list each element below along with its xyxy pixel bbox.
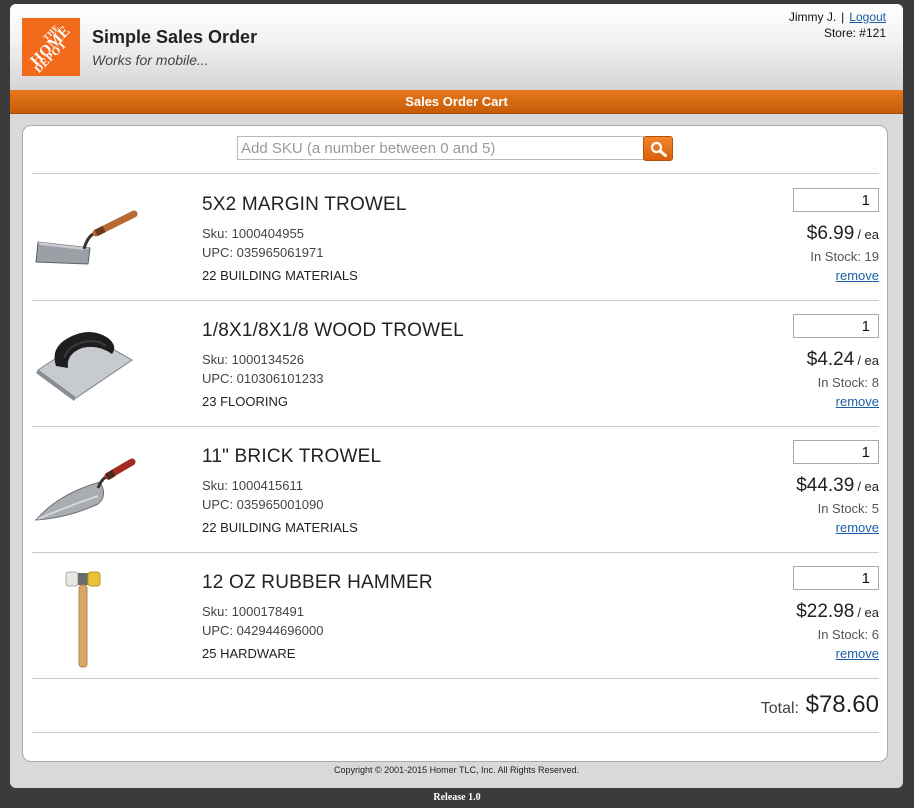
item-name: 5X2 MARGIN TROWEL <box>202 194 407 215</box>
item-unit: / ea <box>857 353 879 368</box>
cart-item: 12 OZ RUBBER HAMMER Sku: 1000178491 UPC:… <box>23 552 887 678</box>
user-name: Jimmy J. <box>788 10 837 24</box>
home-depot-logo: THE HOME DEPOT <box>22 18 80 76</box>
app-title: Simple Sales Order <box>92 27 258 47</box>
item-department: 22 BUILDING MATERIALS <box>202 520 358 535</box>
release-label: Release 1.0 <box>433 792 481 803</box>
item-price: $4.24 <box>806 349 855 370</box>
user-separator: | <box>841 10 845 24</box>
item-price: $22.98 <box>796 601 855 622</box>
item-stock: In Stock: 19 <box>810 249 879 264</box>
item-sku: Sku: 1000134526 <box>202 352 304 367</box>
sku-search-input[interactable] <box>237 136 644 160</box>
quantity-input[interactable] <box>793 314 879 338</box>
item-price-line: $6.99/ ea <box>807 223 879 245</box>
item-department: 25 HARDWARE <box>202 646 296 661</box>
divider <box>32 732 879 733</box>
rubber-hammer-image <box>65 571 101 668</box>
search-button[interactable] <box>643 136 673 161</box>
item-unit: / ea <box>857 227 879 242</box>
item-name: 12 OZ RUBBER HAMMER <box>202 572 433 593</box>
item-name: 11" BRICK TROWEL <box>202 446 382 467</box>
cart-item: 1/8X1/8X1/8 WOOD TROWEL Sku: 1000134526 … <box>23 300 887 426</box>
item-upc: UPC: 042944696000 <box>202 623 324 638</box>
item-price: $44.39 <box>796 475 855 496</box>
item-sku: Sku: 1000178491 <box>202 604 304 619</box>
item-stock: In Stock: 5 <box>817 501 879 516</box>
total-label: Total: <box>760 700 799 717</box>
item-name: 1/8X1/8X1/8 WOOD TROWEL <box>202 320 464 341</box>
brick-trowel-image <box>34 458 136 521</box>
item-sku: Sku: 1000404955 <box>202 226 304 241</box>
total-row: Total: $78.60 <box>23 678 887 728</box>
cart-panel: 5X2 MARGIN TROWEL Sku: 1000404955 UPC: 0… <box>22 125 888 762</box>
remove-link[interactable]: remove <box>836 646 879 661</box>
item-price-line: $4.24/ ea <box>807 349 879 371</box>
margin-trowel-image <box>35 210 138 265</box>
user-box: Jimmy J. | Logout Store: #121 <box>789 9 886 41</box>
search-icon <box>650 141 667 157</box>
app-window: THE HOME DEPOT Simple Sales Order Works … <box>10 4 903 788</box>
item-unit: / ea <box>857 605 879 620</box>
quantity-input[interactable] <box>793 188 879 212</box>
store-label: Store: #121 <box>823 26 886 40</box>
cart-item: 5X2 MARGIN TROWEL Sku: 1000404955 UPC: 0… <box>23 174 887 300</box>
search-row <box>23 126 887 173</box>
total-value: $78.60 <box>805 691 879 718</box>
item-upc: UPC: 035965061971 <box>202 245 324 260</box>
copyright-footer: Copyright © 2001-2015 Homer TLC, Inc. Al… <box>333 765 580 775</box>
item-unit: / ea <box>857 479 879 494</box>
notched-trowel-image <box>36 332 133 401</box>
app-subtitle: Works for mobile... <box>92 52 209 68</box>
item-upc: UPC: 035965001090 <box>202 497 324 512</box>
quantity-input[interactable] <box>793 566 879 590</box>
item-sku: Sku: 1000415611 <box>202 478 303 493</box>
item-price-line: $22.98/ ea <box>796 601 879 623</box>
page-title-bar: Sales Order Cart <box>10 90 903 114</box>
remove-link[interactable]: remove <box>836 268 879 283</box>
item-price-line: $44.39/ ea <box>796 475 879 497</box>
item-department: 22 BUILDING MATERIALS <box>202 268 358 283</box>
logout-link[interactable]: Logout <box>849 10 886 24</box>
item-price: $6.99 <box>806 223 855 244</box>
item-department: 23 FLOORING <box>202 394 288 409</box>
remove-link[interactable]: remove <box>836 394 879 409</box>
header: THE HOME DEPOT Simple Sales Order Works … <box>10 4 903 90</box>
cart-item: 11" BRICK TROWEL Sku: 1000415611 UPC: 03… <box>23 426 887 552</box>
item-upc: UPC: 010306101233 <box>202 371 324 386</box>
remove-link[interactable]: remove <box>836 520 879 535</box>
item-stock: In Stock: 6 <box>817 627 879 642</box>
item-stock: In Stock: 8 <box>817 375 879 390</box>
quantity-input[interactable] <box>793 440 879 464</box>
